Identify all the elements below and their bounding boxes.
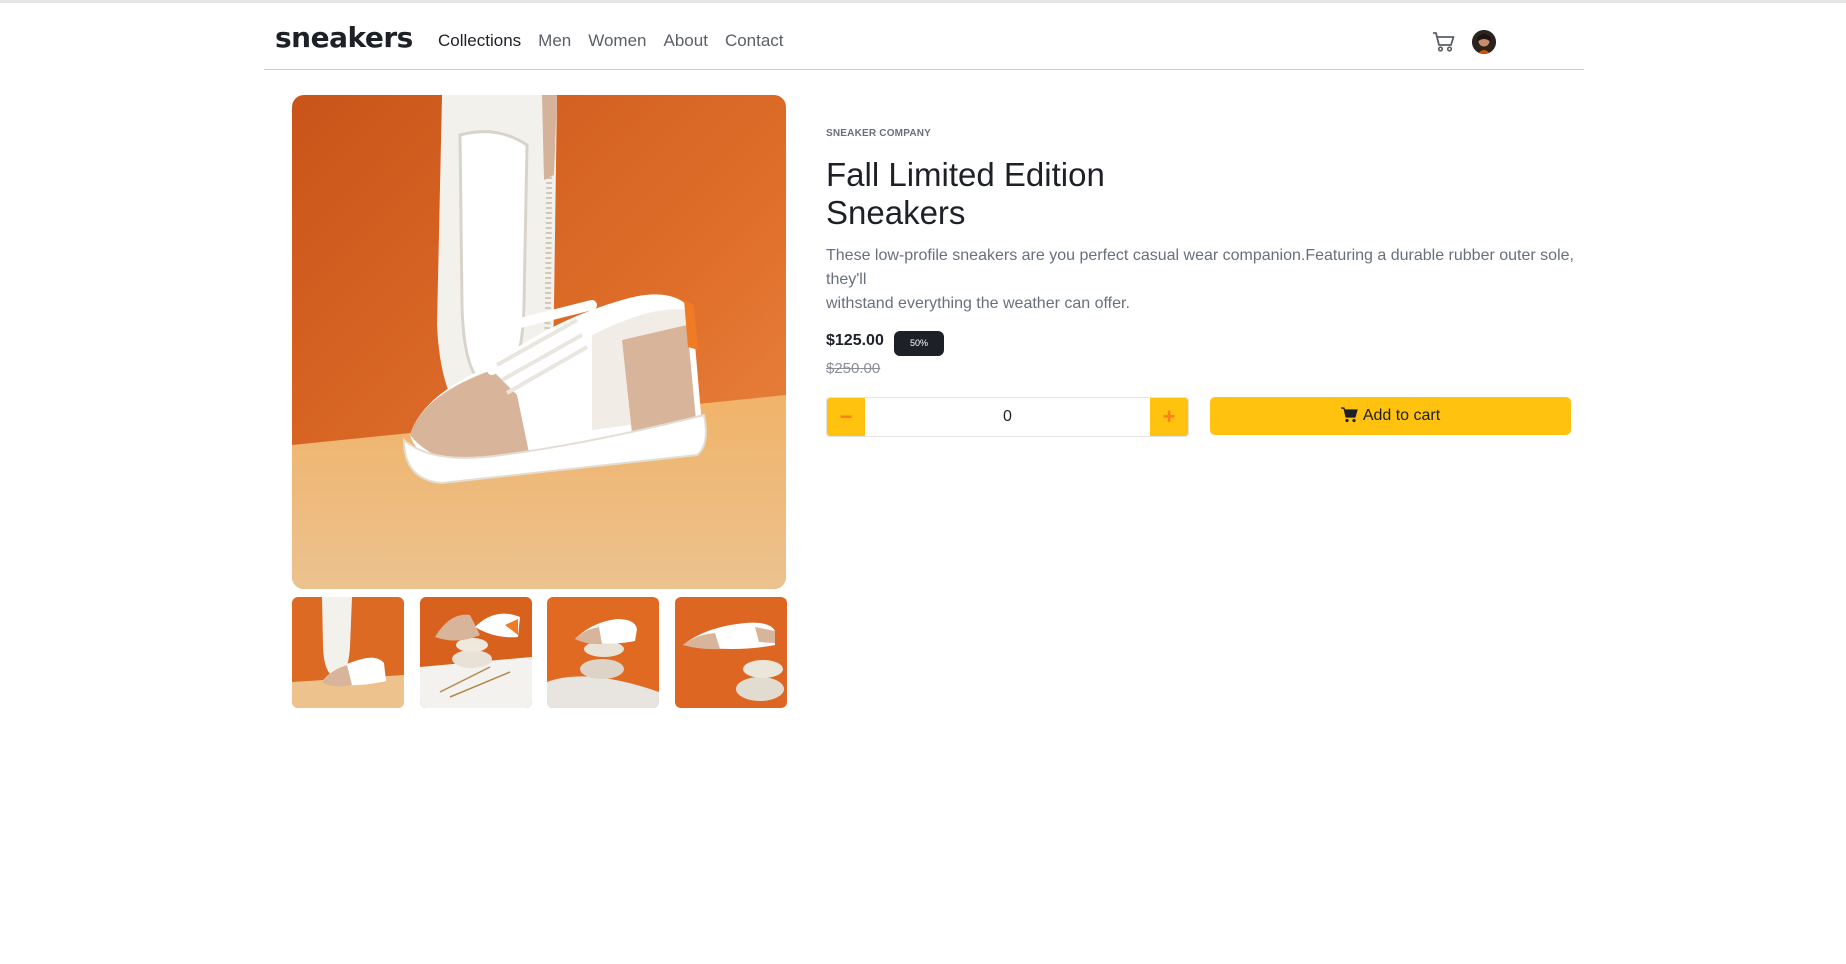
add-to-cart-label: Add to cart [1362, 407, 1441, 424]
discount-badge: 50% [894, 331, 944, 356]
description-line-1: These low-profile sneakers are you perfe… [826, 247, 1574, 288]
main-nav: Collections Men Women About Contact [438, 31, 784, 51]
thumbnail-4[interactable] [675, 597, 787, 708]
site-header: sneakers Collections Men Women About Con… [264, 3, 1584, 70]
add-to-cart-button[interactable]: Add to cart [1210, 397, 1571, 435]
product-main-image[interactable] [292, 95, 786, 589]
nav-women[interactable]: Women [588, 31, 646, 51]
product-title-line-1: Fall Limited Edition [826, 156, 1105, 193]
quantity-stepper: − 0 + [826, 397, 1189, 437]
current-price: $125.00 [826, 332, 884, 349]
original-price: $250.00 [826, 360, 881, 377]
quantity-value[interactable]: 0 [865, 398, 1150, 436]
avatar[interactable] [1472, 30, 1496, 54]
thumbnail-1[interactable] [292, 597, 404, 708]
thumbnail-3[interactable] [547, 597, 659, 708]
description-line-2: withstand everything the weather can off… [826, 295, 1130, 312]
product-title: Fall Limited Edition Sneakers [826, 156, 1186, 232]
nav-contact[interactable]: Contact [725, 31, 784, 51]
increase-quantity-button[interactable]: + [1150, 398, 1188, 436]
cart-icon[interactable] [1432, 31, 1458, 55]
thumbnail-2[interactable] [420, 597, 532, 708]
nav-men[interactable]: Men [538, 31, 571, 51]
product-title-line-2: Sneakers [826, 194, 966, 231]
cart-icon [1340, 407, 1358, 423]
nav-about[interactable]: About [664, 31, 708, 51]
logo[interactable]: sneakers [275, 21, 413, 54]
product-description: These low-profile sneakers are you perfe… [826, 244, 1576, 316]
company-label: SNEAKER COMPANY [826, 128, 932, 139]
nav-collections[interactable]: Collections [438, 31, 521, 51]
decrease-quantity-button[interactable]: − [827, 398, 865, 436]
